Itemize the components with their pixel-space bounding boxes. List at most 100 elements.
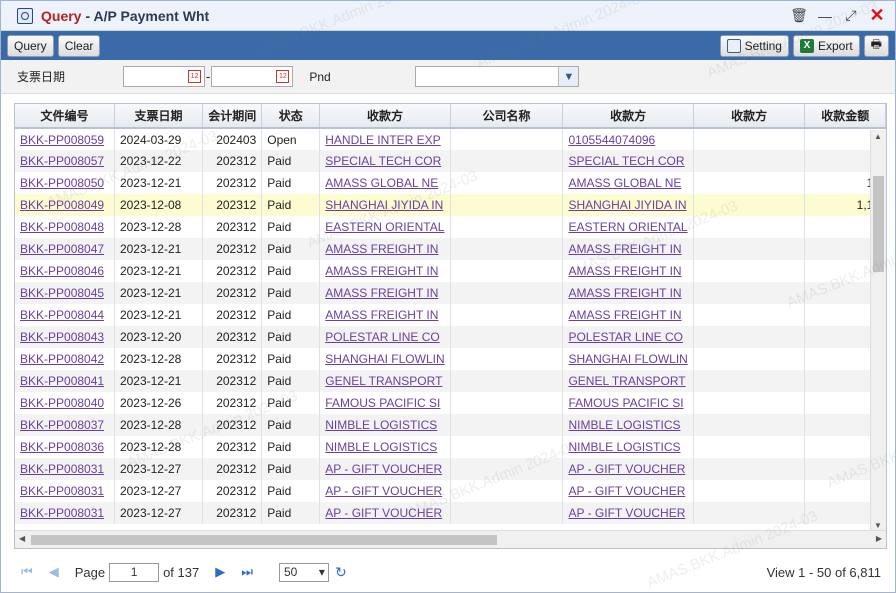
table-cell-link[interactable]: POLESTAR LINE CO: [319, 326, 451, 348]
date-from-input[interactable]: 12: [123, 66, 205, 87]
last-page-icon[interactable]: ⏭: [241, 564, 253, 580]
column-header[interactable]: 收款金额: [804, 104, 886, 129]
column-header[interactable]: 收款方: [319, 104, 451, 129]
table-cell-link[interactable]: AMASS GLOBAL NE: [319, 172, 451, 194]
table-row[interactable]: BKK-PP008031 2023-12-27 202312 Paid AP - GIF…: [15, 502, 886, 524]
next-page-icon[interactable]: ▶: [215, 564, 225, 580]
table-cell-link[interactable]: BKK-PP008043: [15, 326, 115, 348]
setting-button[interactable]: Setting: [719, 34, 789, 57]
table-cell-link[interactable]: GENEL TRANSPORT: [319, 370, 451, 392]
scroll-right-icon[interactable]: ▶: [876, 534, 882, 543]
table-cell-link[interactable]: HANDLE INTER EXP: [319, 128, 451, 150]
table-row[interactable]: BKK-PP008046 2023-12-21 202312 Paid AMASS FR…: [15, 260, 886, 282]
table-cell-link[interactable]: AMASS FREIGHT IN: [562, 304, 694, 326]
table-cell-link[interactable]: AMASS FREIGHT IN: [562, 238, 694, 260]
table-cell-link[interactable]: AMASS FREIGHT IN: [319, 238, 451, 260]
table-cell-link[interactable]: NIMBLE LOGISTICS: [562, 414, 694, 436]
scroll-up-icon[interactable]: ▲: [874, 132, 882, 141]
table-cell-link[interactable]: NIMBLE LOGISTICS: [319, 436, 451, 458]
table-row[interactable]: BKK-PP008037 2023-12-28 202312 Paid NIMBLE L…: [15, 414, 886, 436]
table-cell-link[interactable]: SHANGHAI JIYIDA IN: [562, 194, 694, 216]
table-cell-link[interactable]: AP - GIFT VOUCHER: [562, 480, 694, 502]
page-input[interactable]: 1: [109, 562, 160, 582]
prev-page-icon[interactable]: ◀: [49, 564, 59, 580]
table-cell-link[interactable]: BKK-PP008031: [15, 458, 115, 480]
calendar-icon[interactable]: 12: [276, 70, 290, 83]
column-header[interactable]: 收款方: [562, 104, 694, 129]
table-cell-link[interactable]: BKK-PP008048: [15, 216, 115, 238]
table-cell-link[interactable]: FAMOUS PACIFIC SI: [562, 392, 694, 414]
column-header[interactable]: 会计期间: [202, 104, 263, 129]
table-cell-link[interactable]: BKK-PP008049: [15, 194, 115, 216]
table-cell-link[interactable]: BKK-PP008031: [15, 480, 115, 502]
table-cell-link[interactable]: POLESTAR LINE CO: [562, 326, 694, 348]
table-cell-link[interactable]: SHANGHAI JIYIDA IN: [319, 194, 451, 216]
table-cell-link[interactable]: AMASS GLOBAL NE: [562, 172, 694, 194]
table-row[interactable]: BKK-PP008036 2023-12-28 202312 Paid NIMBLE L…: [15, 436, 886, 458]
table-cell-link[interactable]: AMASS FREIGHT IN: [562, 282, 694, 304]
trash-icon[interactable]: 🗑: [790, 7, 808, 24]
table-cell-link[interactable]: BKK-PP008059: [15, 128, 115, 150]
query-button[interactable]: Query: [7, 34, 54, 57]
table-cell-link[interactable]: SHANGHAI FLOWLIN: [562, 348, 694, 370]
table-cell-link[interactable]: BKK-PP008047: [15, 238, 115, 260]
table-cell-link[interactable]: SPECIAL TECH COR: [562, 150, 694, 172]
table-row[interactable]: BKK-PP008031 2023-12-27 202312 Paid AP - GIF…: [15, 480, 886, 502]
print-button[interactable]: 🖶: [863, 34, 889, 57]
table-row[interactable]: BKK-PP008041 2023-12-21 202312 Paid GENEL TR…: [15, 370, 886, 392]
table-cell-link[interactable]: FAMOUS PACIFIC SI: [319, 392, 451, 414]
table-cell-link[interactable]: BKK-PP008042: [15, 348, 115, 370]
table-row[interactable]: BKK-PP008040 2023-12-26 202312 Paid FAMOUS P…: [15, 392, 886, 414]
refresh-icon[interactable]: ↻: [335, 564, 347, 581]
table-cell-link[interactable]: EASTERN ORIENTAL: [319, 216, 451, 238]
minimize-icon[interactable]: —: [817, 8, 833, 24]
column-header[interactable]: 状态: [261, 104, 321, 129]
vertical-scrollbar[interactable]: ▲ ▼: [870, 130, 886, 532]
table-cell-link[interactable]: GENEL TRANSPORT: [562, 370, 694, 392]
table-cell-link[interactable]: BKK-PP008041: [15, 370, 115, 392]
table-cell-link[interactable]: BKK-PP008057: [15, 150, 115, 172]
table-cell-link[interactable]: BKK-PP008046: [15, 260, 115, 282]
calendar-icon[interactable]: 12: [188, 70, 201, 83]
table-cell-link[interactable]: AP - GIFT VOUCHER: [319, 458, 451, 480]
table-cell-link[interactable]: EASTERN ORIENTAL: [562, 216, 694, 238]
scroll-down-icon[interactable]: ▼: [874, 521, 882, 530]
table-row[interactable]: BKK-PP008042 2023-12-28 202312 Paid SHANGHAI…: [15, 348, 886, 370]
table-row[interactable]: BKK-PP008048 2023-12-28 202312 Paid EASTERN …: [15, 216, 886, 238]
table-row[interactable]: BKK-PP008057 2023-12-22 202312 Paid SPECIAL …: [15, 150, 886, 172]
table-cell-link[interactable]: BKK-PP008037: [15, 414, 115, 436]
table-row[interactable]: BKK-PP008045 2023-12-21 202312 Paid AMASS FR…: [15, 282, 886, 304]
first-page-icon[interactable]: ⏮: [21, 564, 33, 580]
table-cell-link[interactable]: AP - GIFT VOUCHER: [319, 480, 451, 502]
table-row[interactable]: BKK-PP008050 2023-12-21 202312 Paid AMASS GL…: [15, 172, 886, 194]
table-row[interactable]: BKK-PP008047 2023-12-21 202312 Paid AMASS FR…: [15, 238, 886, 260]
page-size-select[interactable]: 50: [278, 562, 329, 582]
table-cell-link[interactable]: AP - GIFT VOUCHER: [319, 502, 451, 524]
scroll-left-icon[interactable]: ◀: [19, 534, 25, 543]
table-cell-link[interactable]: BKK-PP008044: [15, 304, 115, 326]
table-row[interactable]: BKK-PP008031 2023-12-27 202312 Paid AP - GIF…: [15, 458, 886, 480]
table-row[interactable]: BKK-PP008043 2023-12-20 202312 Paid POLESTAR…: [15, 326, 886, 348]
table-cell-link[interactable]: BKK-PP008040: [15, 392, 115, 414]
table-row[interactable]: BKK-PP008044 2023-12-21 202312 Paid AMASS FR…: [15, 304, 886, 326]
column-header[interactable]: 支票日期: [114, 104, 204, 129]
table-cell-link[interactable]: NIMBLE LOGISTICS: [562, 436, 694, 458]
clear-button[interactable]: Clear: [57, 34, 101, 57]
table-row[interactable]: BKK-PP008059 2024-03-29 202403 Open HANDLE I…: [15, 128, 886, 150]
table-cell-link[interactable]: SPECIAL TECH COR: [319, 150, 451, 172]
table-cell-link[interactable]: AMASS FREIGHT IN: [319, 304, 451, 326]
table-cell-link[interactable]: BKK-PP008036: [15, 436, 115, 458]
table-cell-link[interactable]: SHANGHAI FLOWLIN: [319, 348, 451, 370]
table-cell-link[interactable]: AMASS FREIGHT IN: [319, 282, 451, 304]
chevron-down-icon[interactable]: ▼: [558, 67, 579, 86]
column-header[interactable]: 收款方: [693, 104, 806, 129]
table-cell-link[interactable]: AP - GIFT VOUCHER: [562, 458, 694, 480]
horizontal-scroll-thumb[interactable]: [31, 535, 497, 545]
column-header[interactable]: 公司名称: [450, 104, 564, 129]
close-icon[interactable]: ✕: [869, 5, 885, 25]
vertical-scroll-thumb[interactable]: [873, 176, 884, 272]
export-button[interactable]: X Export: [792, 34, 860, 57]
date-to-input[interactable]: 12: [211, 66, 294, 87]
table-cell-link[interactable]: AP - GIFT VOUCHER: [562, 502, 694, 524]
table-cell-link[interactable]: AMASS FREIGHT IN: [319, 260, 451, 282]
